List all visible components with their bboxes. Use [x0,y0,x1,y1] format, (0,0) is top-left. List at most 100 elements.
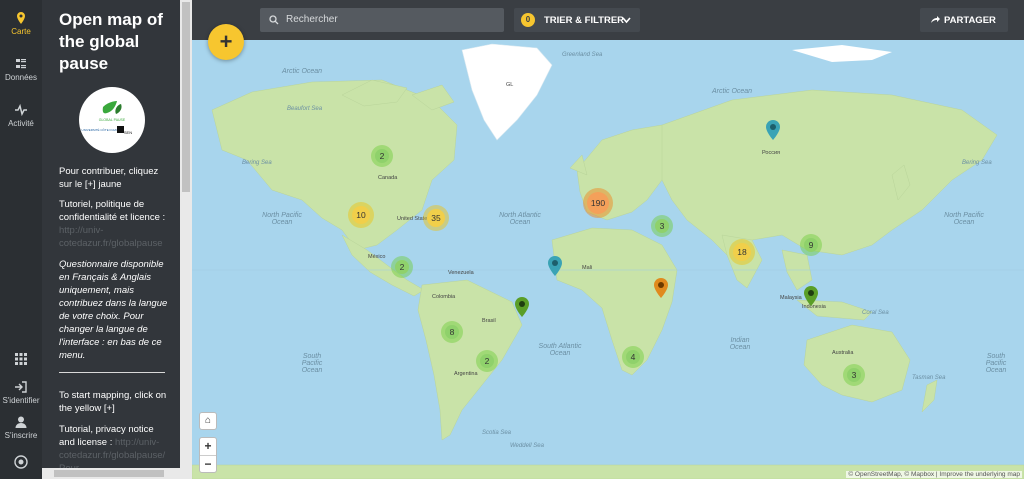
user-icon [15,416,27,428]
cluster-marker[interactable]: 2 [371,145,393,167]
home-icon: ⌂ [204,415,212,426]
map-label-arctic-ocean-right: Arctic Ocean [712,88,753,95]
search-icon [269,15,279,25]
cluster-marker[interactable]: 3 [651,215,673,237]
nav-rail: Carte Données Activité S'identifier S'in… [0,0,42,479]
nav-item-carte[interactable]: Carte [0,11,42,36]
tutorial-fr-link[interactable]: http://univ-cotedazur.fr/globalpause [59,225,163,249]
panel-title: Open map of the global pause [59,10,163,73]
search-placeholder: Rechercher [286,14,338,25]
map-label-north-pacific-right: North Pacific Ocean [944,212,984,226]
cluster-marker[interactable]: 18 [729,239,755,265]
logo-text-global-pause: GLOBAL PAUSE [99,118,126,122]
cluster-marker[interactable]: 3 [843,364,865,386]
map-label-south-atlantic: South Atlantic Ocean [538,343,582,357]
brand-button[interactable] [0,455,42,471]
nav-item-label: Carte [11,27,31,36]
tutorial-fr-text: Tutoriel, politique de confidentialité e… [59,198,171,250]
nav-item-activite[interactable]: Activité [0,103,42,128]
map-pin-icon [17,12,25,24]
global-pause-logo: GLOBAL PAUSE UNIVERSITÉ CÔTE D'AZUR SEN [79,87,145,153]
logo-text-uca: UNIVERSITÉ CÔTE D'AZUR [82,127,122,132]
filter-button[interactable]: 0 TRIER & FILTRER [514,8,640,32]
filter-label: TRIER & FILTRER [544,15,625,26]
panel-divider [59,372,165,373]
tutorial-fr-label: Tutoriel, politique de confidentialité e… [59,199,166,223]
zoom-out-button[interactable]: − [200,456,216,472]
map-label-beaufort-sea: Beaufort Sea [287,106,323,112]
cluster-marker[interactable]: 2 [391,256,413,278]
home-button[interactable]: ⌂ [199,412,217,430]
share-icon [931,16,940,23]
apps-grid-icon [15,353,27,365]
zoom-in-button[interactable]: + [200,438,216,456]
map-pin-marker[interactable] [766,120,780,140]
info-panel: Open map of the global pause GLOBAL PAUS… [42,0,180,479]
cluster-marker[interactable]: 190 [583,188,613,218]
nav-item-label: S'inscrire [4,431,38,440]
map-label-malaysia: Malaysia [780,295,802,301]
map-label-venezuela: Venezuela [448,270,474,276]
filter-count-badge: 0 [521,13,535,27]
share-label: PARTAGER [944,15,996,26]
nav-item-sidentifier[interactable]: S'identifier [0,380,42,405]
scrollbar-thumb[interactable] [182,2,190,192]
panel-horizontal-scrollbar[interactable] [42,468,192,479]
map-label-mali: Mali [582,265,593,271]
map-label-colombia: Colombia [432,294,456,300]
map-label-argentina: Argentina [454,371,478,377]
horizontal-scrollbar-thumb[interactable] [54,470,164,477]
logo-text-sen: SEN [124,130,132,135]
map-label-greenland: GL [506,82,514,88]
map-label-bering-sea-left: Bering Sea [242,160,272,166]
cluster-marker[interactable]: 8 [441,321,463,343]
map-pin-marker[interactable] [654,278,668,298]
map-pin-marker[interactable] [515,297,529,317]
brand-icon [14,455,28,469]
list-icon [16,59,26,69]
cluster-marker[interactable]: 4 [622,346,644,368]
nav-item-label: S'identifier [2,396,40,405]
map-label-canada: Canada [378,175,398,181]
map-label-north-pacific-left: North Pacific Ocean [262,212,302,226]
leaf-logo-icon: GLOBAL PAUSE UNIVERSITÉ CÔTE D'AZUR SEN [82,101,132,135]
zoom-control: + − [199,437,217,473]
map-label-bering-sea: Bering Sea [962,160,992,166]
intro-fr-text: Pour contribuer, cliquez sur le [+] jaun… [59,166,159,190]
nav-item-label: Activité [8,119,34,128]
map-label-greenland-sea: Greenland Sea [562,52,603,58]
intro-en-text: To start mapping, click on the yellow [+… [59,390,167,414]
map-label-indian-ocean: Indian Ocean [729,337,751,351]
map-pin-marker[interactable] [804,286,818,306]
map-attribution[interactable]: © OpenStreetMap, © Mapbox | Improve the … [846,471,1022,478]
map-label-south-pacific-left: South Pacific Ocean [301,353,323,374]
map-pin-marker[interactable] [548,256,562,276]
map-toolbar: Rechercher 0 TRIER & FILTRER PARTAGER [192,0,1024,40]
apps-grid-button[interactable] [0,352,42,368]
nav-item-label: Données [4,73,38,82]
panel-scrollbar[interactable] [180,0,192,479]
map-label-brasil: Brasil [482,318,496,324]
map-label-south-pacific-right: South Pacific Ocean [985,353,1007,374]
login-icon [15,381,27,393]
nav-item-donnees[interactable]: Données [0,57,42,82]
map-label-scotia-sea: Scotia Sea [482,430,512,436]
world-map[interactable]: Arctic Ocean Arctic Ocean Greenland Sea … [192,40,1024,479]
activity-icon [15,103,27,117]
add-contribution-button[interactable]: + [208,24,244,60]
questionnaire-fr-text: Questionnaire disponible en Français & A… [59,259,168,361]
map-label-australia: Australia [832,350,854,356]
cluster-marker[interactable]: 2 [476,350,498,372]
map-label-coral-sea: Coral Sea [862,310,889,316]
map-label-mexico: México [368,254,386,260]
share-button[interactable]: PARTAGER [920,8,1008,32]
cluster-marker[interactable]: 9 [800,234,822,256]
cluster-marker[interactable]: 10 [348,202,374,228]
cluster-marker[interactable]: 35 [423,205,449,231]
chevron-down-icon [622,17,631,24]
map-label-weddell-sea: Weddell Sea [510,443,544,449]
map-label-tasman-sea: Tasman Sea [912,375,946,381]
map-label-arctic-ocean-left: Arctic Ocean [282,68,323,75]
nav-item-sinscrire[interactable]: S'inscrire [0,415,42,440]
search-input[interactable]: Rechercher [260,8,504,32]
